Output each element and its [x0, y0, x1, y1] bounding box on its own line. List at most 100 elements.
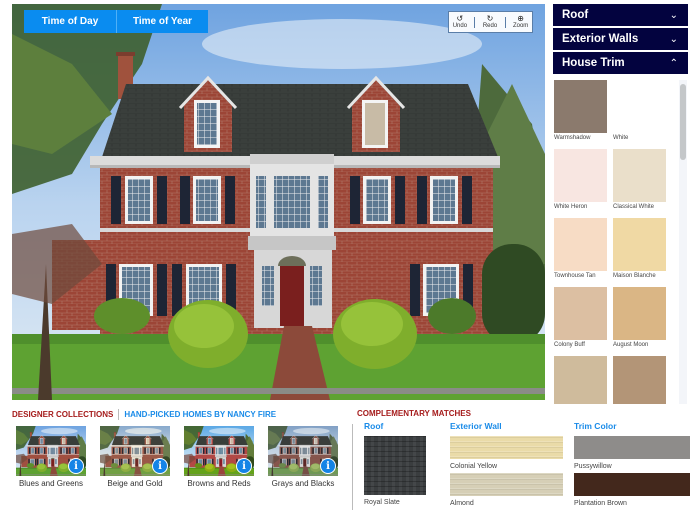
- tab-time-of-year[interactable]: Time of Year: [116, 10, 208, 33]
- home-visualizer-app: Time of Day Time of Year ↺ Undo ↻ Redo ⊕…: [0, 0, 700, 510]
- swatch-name: Royal Slate: [364, 499, 400, 506]
- collection-thumbnail: i: [100, 426, 170, 476]
- trim-swatch-list: Warmshadow White White Heron Classical Whit…: [553, 76, 688, 404]
- collection-item[interactable]: i Beige and Gold: [100, 426, 170, 488]
- swatch-color: [574, 436, 690, 459]
- accordion-label: House Trim: [562, 57, 625, 69]
- toolbar-divider: [504, 16, 506, 28]
- trim-swatch[interactable]: Classical White: [613, 149, 666, 218]
- zoom-icon: ⊕: [517, 13, 524, 23]
- zoom-button[interactable]: ⊕ Zoom: [512, 13, 529, 30]
- match-swatch-trim[interactable]: Pussywillow: [574, 436, 690, 471]
- accordion-label: Exterior Walls: [562, 33, 639, 45]
- swatch-color: [613, 218, 666, 271]
- info-icon[interactable]: i: [152, 458, 168, 474]
- swatch-name: Townhouse Tan: [554, 273, 596, 279]
- swatch-color: [450, 473, 563, 496]
- undo-label: Undo: [452, 22, 468, 29]
- trim-swatch[interactable]: Maison Blanche: [613, 218, 666, 287]
- redo-label: Redo: [482, 22, 498, 29]
- swatch-name: Almond: [450, 500, 474, 507]
- trim-swatch[interactable]: White Heron: [554, 149, 607, 218]
- swatch-scrollbar[interactable]: [679, 80, 687, 404]
- match-swatch-wall[interactable]: Colonial Yellow: [450, 436, 563, 471]
- swatch-name: Pussywillow: [574, 463, 612, 470]
- swatch-name: Plantation Brown: [574, 500, 627, 507]
- matches-title: COMPLEMENTARY MATCHES: [357, 409, 471, 418]
- collection-list: i Blues and Greens i Beige and Gold i Br…: [16, 426, 342, 488]
- swatch-color: [554, 356, 607, 404]
- redo-icon: ↻: [486, 13, 494, 23]
- swatch-color: [574, 473, 690, 496]
- match-swatch-wall[interactable]: Almond: [450, 473, 563, 508]
- swatch-name: White: [613, 135, 629, 141]
- match-column-exterior-wall: Exterior Wall Colonial Yellow Almond: [450, 421, 563, 508]
- collection-item[interactable]: i Browns and Reds: [184, 426, 254, 488]
- swatch-name: Colony Buff: [554, 342, 585, 348]
- accordion-exterior-walls[interactable]: Exterior Walls ⌄: [553, 28, 688, 50]
- trim-swatch[interactable]: Townhouse Tan: [554, 218, 607, 287]
- trim-swatch[interactable]: Warmshadow: [554, 80, 607, 149]
- chevron-down-icon: ⌄: [669, 33, 678, 45]
- collection-thumbnail: i: [16, 426, 86, 476]
- collections-header: DESIGNER COLLECTIONS HAND-PICKED HOMES B…: [12, 408, 342, 420]
- house-visualizer[interactable]: Time of Day Time of Year ↺ Undo ↻ Redo ⊕…: [12, 4, 545, 400]
- zoom-label: Zoom: [512, 22, 529, 29]
- info-icon[interactable]: i: [68, 458, 84, 474]
- swatch-name: White Heron: [554, 204, 588, 210]
- match-roof-title: Roof: [364, 421, 384, 431]
- trim-swatch[interactable]: Colony Buff: [554, 287, 607, 356]
- collection-label: Grays and Blacks: [271, 479, 335, 488]
- collection-item[interactable]: i Grays and Blacks: [268, 426, 338, 488]
- header-divider: [118, 408, 120, 420]
- swatch-color: [613, 287, 666, 340]
- swatch-color: [613, 80, 666, 133]
- collection-item[interactable]: i Blues and Greens: [16, 426, 86, 488]
- chevron-up-icon: ⌃: [669, 57, 678, 69]
- accordion-label: Roof: [562, 9, 589, 21]
- trim-swatch[interactable]: White: [613, 80, 666, 149]
- match-column-roof: Roof Royal Slate: [364, 421, 434, 507]
- swatch-color: [364, 436, 426, 495]
- trim-swatch[interactable]: August Moon: [613, 287, 666, 356]
- accordion-roof[interactable]: Roof ⌄: [553, 4, 688, 26]
- toolbar-divider: [474, 16, 476, 28]
- swatch-color: [554, 218, 607, 271]
- swatch-color: [613, 149, 666, 202]
- chevron-down-icon: ⌄: [669, 9, 678, 21]
- match-swatch-trim[interactable]: Plantation Brown: [574, 473, 690, 508]
- scrollbar-thumb[interactable]: [680, 84, 686, 160]
- accordion-house-trim[interactable]: House Trim ⌃: [553, 52, 688, 74]
- swatch-name: Maison Blanche: [613, 273, 656, 279]
- swatch-grid: Warmshadow White White Heron Classical Whit…: [554, 80, 672, 404]
- house-photo: [12, 4, 545, 400]
- collection-thumbnail: i: [184, 426, 254, 476]
- collections-subtitle: HAND-PICKED HOMES BY NANCY FIRE: [124, 409, 277, 419]
- trim-swatch[interactable]: [554, 356, 607, 404]
- collection-label: Beige and Gold: [107, 479, 163, 488]
- collection-thumbnail: i: [268, 426, 338, 476]
- collection-label: Blues and Greens: [18, 479, 84, 488]
- complementary-matches: COMPLEMENTARY MATCHES Roof Royal Slate E…: [350, 408, 700, 510]
- collection-label: Browns and Reds: [187, 479, 251, 488]
- match-swatch-roof[interactable]: Royal Slate: [364, 436, 434, 507]
- swatch-color: [450, 436, 563, 459]
- swatch-color: [554, 80, 607, 133]
- swatch-name: Colonial Yellow: [450, 463, 498, 470]
- tab-time-of-day[interactable]: Time of Day: [24, 10, 116, 33]
- info-icon[interactable]: i: [236, 458, 252, 474]
- swatch-name: Classical White: [613, 204, 655, 210]
- match-column-trim: Trim Color Pussywillow Plantation Brown: [574, 421, 690, 508]
- match-trim-title: Trim Color: [574, 421, 617, 431]
- designer-collections: DESIGNER COLLECTIONS HAND-PICKED HOMES B…: [12, 408, 342, 508]
- swatch-color: [554, 287, 607, 340]
- collections-title: DESIGNER COLLECTIONS: [12, 409, 114, 419]
- matches-divider: [352, 424, 353, 510]
- undo-button[interactable]: ↺ Undo: [452, 14, 468, 30]
- info-icon[interactable]: i: [320, 458, 336, 474]
- swatch-name: Warmshadow: [554, 135, 591, 141]
- swatch-name: August Moon: [613, 342, 649, 348]
- trim-swatch[interactable]: [613, 356, 666, 404]
- time-tabs: Time of Day Time of Year: [24, 10, 208, 33]
- redo-button[interactable]: ↻ Redo: [482, 13, 498, 30]
